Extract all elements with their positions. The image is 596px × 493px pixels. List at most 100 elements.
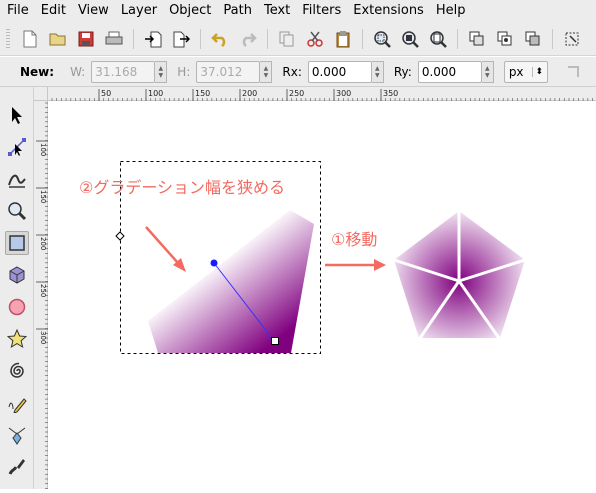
ruler-label: 150 — [195, 89, 210, 98]
ellipse-tool-icon[interactable] — [5, 295, 29, 319]
new-document-icon[interactable] — [19, 28, 41, 50]
ry-field[interactable] — [417, 60, 482, 83]
ruler-corner — [34, 87, 48, 101]
menu-view[interactable]: View — [71, 0, 114, 22]
duplicate-icon[interactable] — [466, 28, 488, 50]
calligraphy-tool-icon[interactable] — [5, 455, 29, 479]
spiral-tool-icon[interactable] — [5, 359, 29, 383]
ruler-label: 250 — [289, 89, 304, 98]
annotation-narrow-gradient: ②グラデーション幅を狭める — [79, 178, 286, 197]
horizontal-ruler[interactable]: 50 100 150 200 250 300 350 — [48, 87, 596, 101]
zoom-selection-icon[interactable] — [371, 28, 393, 50]
zoom-drawing-icon[interactable] — [399, 28, 421, 50]
not-rounded-icon[interactable] — [566, 65, 580, 79]
gradient-end-handle[interactable] — [271, 337, 279, 345]
toolbar-separator — [552, 28, 553, 49]
toolbar-separator — [457, 28, 458, 49]
star-tool-icon[interactable] — [5, 327, 29, 351]
width-spinbox[interactable]: ▲▼ — [91, 60, 168, 83]
arrow-right-icon — [325, 259, 386, 271]
rx-spinbox[interactable]: ▲▼ — [307, 60, 384, 83]
menu-extensions[interactable]: Extensions — [346, 0, 429, 22]
menu-object[interactable]: Object — [162, 0, 216, 22]
ruler-label: 250 — [39, 284, 47, 297]
gradient-pentagon[interactable] — [390, 209, 529, 342]
3d-box-tool-icon[interactable] — [5, 263, 29, 287]
ruler-label: 350 — [383, 89, 398, 98]
tweak-tool-icon[interactable] — [5, 167, 29, 191]
ry-spinner-arrows[interactable]: ▲ ▼ — [481, 60, 494, 83]
export-icon[interactable] — [170, 28, 192, 50]
ruler-label: 300 — [336, 89, 351, 98]
gradient-start-handle[interactable] — [210, 259, 218, 267]
menu-edit[interactable]: Edit — [34, 0, 71, 22]
ry-spinbox[interactable]: ▲▼ — [417, 60, 494, 83]
unlink-clone-icon[interactable] — [522, 28, 544, 50]
pencil-tool-icon[interactable] — [5, 391, 29, 415]
save-icon[interactable] — [75, 28, 97, 50]
commands-toolbar — [0, 22, 596, 56]
unit-value: px — [508, 64, 524, 79]
clone-icon[interactable] — [494, 28, 516, 50]
rx-label: Rx: — [282, 64, 302, 79]
new-label: New: — [20, 64, 55, 79]
ruler-label: 200 — [39, 237, 47, 250]
ruler-label: 200 — [242, 89, 257, 98]
toolbar-separator — [133, 28, 134, 49]
ruler-label: 100 — [148, 89, 163, 98]
cut-icon[interactable] — [304, 28, 326, 50]
width-label: W: — [70, 64, 86, 79]
horizontal-ruler-ticks: 50 100 150 200 250 300 350 — [51, 89, 593, 101]
rectangle-tool-icon[interactable] — [5, 231, 29, 255]
chevron-updown-icon: ⬍ — [531, 66, 543, 77]
print-icon[interactable] — [103, 28, 125, 50]
height-label: H: — [177, 64, 191, 79]
pen-tool-icon[interactable] — [5, 423, 29, 447]
menu-help[interactable]: Help — [429, 0, 471, 22]
node-tool-icon[interactable] — [5, 135, 29, 159]
rx-field[interactable] — [307, 60, 372, 83]
height-field[interactable] — [196, 60, 261, 83]
selector-tool-icon[interactable] — [5, 103, 29, 127]
rx-spinner-arrows[interactable]: ▲ ▼ — [371, 60, 384, 83]
ry-label: Ry: — [393, 64, 412, 79]
zoom-page-icon[interactable] — [427, 28, 449, 50]
annotation-move: ①移動 — [331, 230, 378, 249]
menubar: File Edit View Layer Object Path Text Fi… — [0, 0, 596, 22]
ruler-label: 50 — [101, 89, 111, 98]
canvas[interactable]: ②グラデーション幅を狭める ①移動 — [48, 101, 596, 489]
vertical-ruler-ticks: 100 150 200 250 300 — [36, 102, 48, 489]
arrow-diagonal-icon — [145, 226, 186, 272]
menu-file[interactable]: File — [0, 0, 34, 22]
import-icon[interactable] — [142, 28, 164, 50]
select-all-icon[interactable] — [561, 28, 583, 50]
redo-icon[interactable] — [237, 28, 259, 50]
drawing — [115, 161, 529, 354]
selection-handle[interactable] — [115, 231, 125, 241]
open-icon[interactable] — [47, 28, 69, 50]
toolbar-separator — [267, 28, 268, 49]
height-spinner-arrows[interactable]: ▲ ▼ — [260, 60, 273, 83]
unit-select[interactable]: px ⬍ — [503, 60, 549, 83]
menu-filters[interactable]: Filters — [295, 0, 346, 22]
gradient-pentagon-piece[interactable] — [148, 210, 314, 353]
undo-icon[interactable] — [209, 28, 231, 50]
ruler-label: 300 — [39, 331, 47, 344]
paste-icon[interactable] — [332, 28, 354, 50]
ruler-label: 150 — [39, 190, 47, 203]
menu-text[interactable]: Text — [257, 0, 295, 22]
toolbar-separator — [362, 28, 363, 49]
copy-icon[interactable] — [276, 28, 298, 50]
tool-controls-bar: New: W: ▲▼ H: ▲▼ Rx: ▲▼ Ry: ▲▼ px ⬍ — [0, 57, 596, 87]
toolbar-separator — [200, 28, 201, 49]
height-spinbox[interactable]: ▲▼ — [196, 60, 273, 83]
toolbox — [0, 87, 34, 489]
width-spinner-arrows[interactable]: ▲ ▼ — [155, 60, 168, 83]
ruler-label: 100 — [39, 143, 47, 156]
toolbar-grip[interactable] — [6, 28, 10, 49]
menu-layer[interactable]: Layer — [114, 0, 162, 22]
menu-path[interactable]: Path — [216, 0, 257, 22]
width-field[interactable] — [91, 60, 156, 83]
zoom-tool-icon[interactable] — [5, 199, 29, 223]
vertical-ruler[interactable]: 100 150 200 250 300 — [34, 101, 48, 489]
